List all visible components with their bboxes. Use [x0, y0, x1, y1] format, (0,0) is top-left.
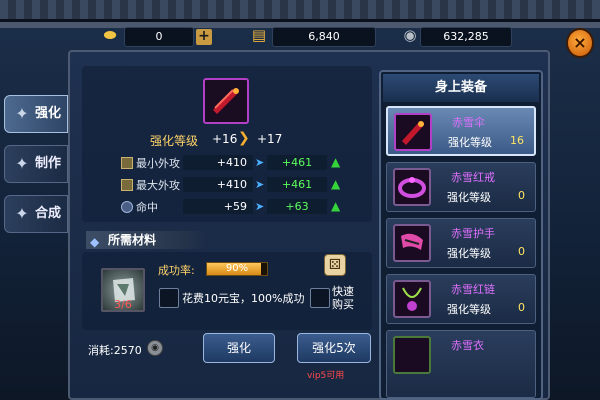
quick-buy-checkbox[interactable] [310, 288, 330, 308]
necklace-icon [393, 280, 431, 318]
equipment-name: 赤雪衣 [451, 339, 484, 352]
enhance-button[interactable]: 强化 [203, 333, 275, 363]
quick-buy-label: 快速购买 [332, 285, 354, 311]
equipment-item[interactable]: 赤雪红链 强化等级 0 [386, 274, 536, 324]
stat-old-value: +59 [183, 199, 253, 214]
equipment-name: 赤雪护手 [451, 227, 495, 240]
enhance-level-next: +17 [257, 132, 283, 146]
stat-new-value: +461 [267, 155, 327, 170]
cost-label: 消耗:2570 [88, 344, 142, 357]
umbrella-icon [213, 88, 239, 114]
tab-label: 制作 [35, 156, 62, 171]
arrow-right-icon: ➤ [255, 200, 265, 213]
arrow-up-icon: ▲ [331, 177, 341, 191]
arrow-right-icon: ➤ [255, 156, 265, 169]
coin-icon: ◉ [147, 340, 163, 356]
stat-row-accuracy: 命中 +59 ➤ +63 ▲ [121, 199, 351, 215]
enhance-5-times-button[interactable]: 强化5次 [297, 333, 371, 363]
tab-label: 强化 [35, 106, 62, 121]
stat-new-value: +63 [267, 199, 327, 214]
stat-name: 命中 [136, 201, 158, 214]
tab-merge[interactable]: ✦ 合成 [4, 195, 68, 233]
success-rate-value: 90% [225, 263, 249, 274]
ring-icon [393, 168, 431, 206]
stat-old-value: +410 [183, 177, 253, 192]
coin-icon: ◉ [403, 26, 417, 44]
equipment-item[interactable]: 赤雪伞 强化等级 16 [386, 106, 536, 156]
arrow-up-icon: ▲ [331, 155, 341, 169]
tab-enhance[interactable]: ✦ 强化 [4, 95, 68, 133]
success-rate-label: 成功率: [158, 264, 195, 277]
equipment-level-label: 强化等级 [447, 303, 491, 316]
materials-icon: ◆ [90, 235, 100, 249]
pay-ingot-checkbox[interactable] [159, 288, 179, 308]
attack-icon [121, 157, 133, 169]
gold-ingot-icon: ⬬ [103, 26, 117, 44]
equipment-level: 0 [518, 245, 525, 258]
stat-new-value: +461 [267, 177, 327, 192]
close-button[interactable]: × [566, 28, 594, 58]
equipment-level-label: 强化等级 [447, 191, 491, 204]
equipment-item[interactable]: 赤雪护手 强化等级 0 [386, 218, 536, 268]
chevron-right-icon: ❯ [238, 130, 250, 146]
equipment-name: 赤雪伞 [452, 116, 485, 129]
coin-amount: 632,285 [420, 27, 512, 47]
enhance-level-label: 强化等级 [150, 134, 199, 148]
bracer-icon [393, 224, 431, 262]
materials-header-label: 所需材料 [108, 233, 157, 247]
hammer-icon: ✦ [15, 104, 29, 123]
materials-header: ◆ 所需材料 [86, 231, 208, 249]
umbrella-icon [394, 113, 432, 151]
gold-ingot-amount: 0 [124, 27, 194, 47]
attack-icon [121, 179, 133, 191]
add-currency-button[interactable]: + [196, 29, 212, 45]
tab-label: 合成 [35, 206, 62, 221]
vip-note: vip5可用 [307, 371, 345, 381]
anvil-icon: ✦ [15, 154, 29, 173]
stat-row-max-attack: 最大外攻 +410 ➤ +461 ▲ [121, 177, 351, 193]
voucher-amount: 6,840 [272, 27, 376, 47]
equipment-name: 赤雪红戒 [451, 171, 495, 184]
accuracy-icon [121, 201, 133, 213]
stat-name: 最小外攻 [136, 157, 180, 170]
material-count: 3/6 [114, 298, 132, 311]
stat-name: 最大外攻 [136, 179, 180, 192]
equipment-level-label: 强化等级 [447, 247, 491, 260]
stat-old-value: +410 [183, 155, 253, 170]
arrow-right-icon: ➤ [255, 178, 265, 191]
equipment-item[interactable]: 赤雪衣 [386, 330, 536, 398]
equipment-name: 赤雪红链 [451, 283, 495, 296]
equipment-item[interactable]: 赤雪红戒 强化等级 0 [386, 162, 536, 212]
merge-icon: ✦ [15, 204, 29, 223]
dice-icon[interactable]: ⚄ [324, 254, 346, 276]
armor-icon [393, 336, 431, 374]
arrow-up-icon: ▲ [331, 199, 341, 213]
tab-craft[interactable]: ✦ 制作 [4, 145, 68, 183]
equipment-level-label: 强化等级 [448, 136, 492, 149]
roof-decoration [0, 0, 600, 22]
voucher-icon: ▤ [251, 26, 267, 44]
pay-ingot-text: 花费10元宝，100%成功 [182, 292, 305, 305]
equipment-title: 身上装备 [383, 74, 539, 102]
enhance-level-current: +16 [212, 132, 238, 146]
selected-item-slot[interactable] [203, 78, 249, 124]
equipment-level: 0 [518, 189, 525, 202]
equipment-level: 0 [518, 301, 525, 314]
equipment-level: 16 [510, 134, 524, 147]
stat-row-min-attack: 最小外攻 +410 ➤ +461 ▲ [121, 155, 351, 171]
